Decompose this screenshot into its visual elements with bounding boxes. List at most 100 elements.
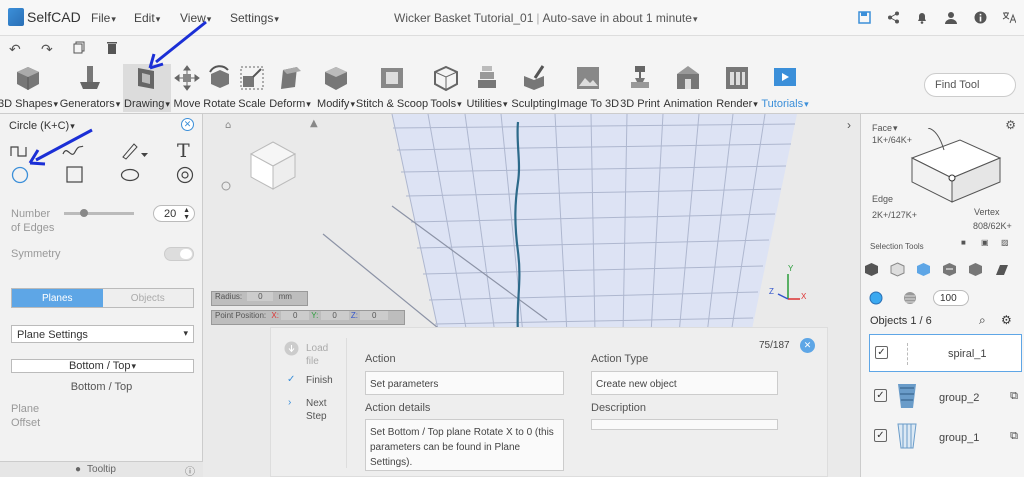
tool-modify[interactable]: Modify — [315, 64, 357, 110]
circle-icon[interactable] — [11, 166, 29, 184]
tool-3d-shapes[interactable]: 3D Shapes — [0, 64, 56, 110]
plane-settings-dropdown[interactable]: Plane Settings — [11, 325, 194, 343]
brush-pattern-icon[interactable] — [903, 291, 917, 305]
vertex-count: 808/62K+ — [973, 221, 1012, 231]
curve-icon[interactable] — [62, 144, 84, 158]
tool-deform[interactable]: Deform — [268, 64, 312, 110]
tool-animation[interactable]: Animation — [663, 64, 713, 110]
object-row-spiral-1[interactable]: ✓ spiral_1 — [869, 334, 1022, 372]
search-icon[interactable]: ⌕ — [979, 313, 986, 328]
load-file-icon[interactable] — [284, 341, 299, 356]
redo-icon[interactable]: ↷ — [41, 41, 53, 58]
tab-objects[interactable]: Objects — [102, 289, 193, 307]
checkbox-icon[interactable]: ✓ — [874, 429, 887, 442]
tool-tools[interactable]: Tools — [428, 64, 464, 110]
info-icon[interactable] — [973, 10, 987, 24]
tooltip-bar[interactable]: ● Tooltip ⓘ — [0, 461, 203, 477]
select-small-icon-1[interactable]: ■ — [961, 238, 966, 247]
checkbox-icon[interactable]: ✓ — [874, 389, 887, 402]
user-icon[interactable] — [944, 10, 958, 24]
document-title[interactable]: Wicker Basket Tutorial_01 — [394, 11, 533, 25]
language-icon[interactable] — [1002, 10, 1016, 24]
autosave-status[interactable]: Auto-save in about 1 minute — [543, 11, 698, 25]
group-icon[interactable]: ⧉ — [1010, 430, 1018, 443]
tool-image-to-3d[interactable]: Image To 3D — [557, 64, 619, 110]
objects-settings-icon[interactable]: ⚙ — [1001, 313, 1012, 327]
selection-mode-cube-icon[interactable] — [908, 128, 1008, 208]
undo-icon[interactable]: ↶ — [9, 41, 21, 58]
tool-drawing[interactable]: Drawing — [123, 64, 171, 112]
object-row-group-2[interactable]: ✓ group_2 ⧉ — [869, 378, 1022, 416]
menu-file[interactable]: File — [91, 11, 116, 25]
render-icon — [726, 67, 748, 89]
brush-size-stepper[interactable]: 100 — [933, 290, 969, 306]
select-small-icon-3[interactable]: ▨ — [1001, 238, 1009, 247]
vertex-mode-label[interactable]: Vertex — [974, 207, 1000, 217]
delete-icon[interactable] — [107, 41, 117, 57]
select-edge-icon[interactable] — [942, 262, 957, 277]
polyline-icon[interactable] — [10, 144, 30, 158]
tool-rotate[interactable]: Rotate — [203, 64, 236, 110]
tool-generators[interactable]: Generators — [59, 64, 121, 110]
select-object-icon[interactable] — [864, 262, 879, 277]
square-icon[interactable] — [66, 166, 84, 184]
ellipse-icon[interactable] — [120, 168, 140, 182]
menu-view[interactable]: View — [180, 11, 211, 25]
save-icon[interactable] — [857, 10, 871, 24]
tool-utilities[interactable]: Utilities — [466, 64, 508, 110]
select-wire-icon[interactable] — [890, 262, 905, 277]
deform-icon — [281, 67, 301, 89]
tool-scale[interactable]: Scale — [237, 64, 267, 110]
face-mode-label[interactable]: Face — [872, 123, 898, 134]
object-row-group-1[interactable]: ✓ group_1 ⧉ — [869, 418, 1022, 456]
pen-icon[interactable] — [120, 141, 150, 161]
info-small-icon[interactable]: ⓘ — [185, 463, 195, 477]
plane-select-dropdown[interactable]: Bottom / Top — [11, 359, 194, 373]
plane-name-text: Bottom / Top — [70, 381, 133, 393]
tool-3d-print[interactable]: 3D Print — [620, 64, 660, 110]
tool-render[interactable]: Render — [716, 64, 758, 110]
finish-button[interactable]: Finish — [306, 375, 333, 386]
next-step-button[interactable]: Next Step — [306, 397, 327, 423]
tool-move[interactable]: Move — [172, 64, 202, 110]
action-label: Action — [365, 353, 396, 365]
tab-planes[interactable]: Planes — [12, 289, 103, 307]
select-small-icon-2[interactable]: ▣ — [981, 238, 989, 247]
bell-icon[interactable] — [915, 10, 929, 24]
slider-handle[interactable] — [80, 209, 88, 217]
symmetry-toggle[interactable] — [164, 247, 194, 261]
ring-icon[interactable] — [176, 166, 194, 184]
copy-icon[interactable] — [73, 41, 85, 57]
face-count: 1K+/64K+ — [872, 135, 913, 145]
edges-stepper[interactable]: 20 ▲ ▼ — [153, 205, 195, 222]
menu-edit[interactable]: Edit — [134, 11, 160, 25]
image-icon — [577, 67, 599, 89]
edges-slider[interactable] — [64, 209, 134, 217]
text-icon[interactable]: T — [177, 140, 190, 162]
find-tool-input[interactable]: Find Tool — [924, 73, 1016, 97]
tool-tutorials[interactable]: Tutorials — [760, 64, 810, 110]
app-logo[interactable]: SelfCAD — [8, 8, 81, 26]
select-face-icon[interactable] — [916, 262, 931, 277]
collapse-chevron-icon[interactable]: › — [847, 118, 851, 132]
select-vertex-icon[interactable] — [968, 262, 983, 277]
close-tutorial-icon[interactable]: ✕ — [800, 338, 815, 353]
menu-settings[interactable]: Settings — [230, 11, 279, 25]
axis-y-label: Y — [788, 264, 794, 273]
edge-mode-label[interactable]: Edge — [872, 194, 893, 204]
close-icon[interactable]: ✕ — [181, 118, 194, 131]
tool-sculpting[interactable]: Sculpting — [511, 64, 557, 110]
stepper-arrows-icon[interactable]: ▲ ▼ — [183, 207, 190, 221]
tool-stitch-scoop[interactable]: Stitch & Scoop — [356, 64, 428, 110]
panel-title[interactable]: Circle (K+C) — [9, 120, 75, 132]
symmetry-label: Symmetry — [11, 248, 61, 260]
drawing-icon — [138, 68, 154, 89]
share-icon[interactable] — [886, 10, 900, 24]
group-icon[interactable]: ⧉ — [1010, 390, 1018, 403]
action-type-label: Action Type — [591, 353, 649, 365]
load-file-button[interactable]: Load file — [306, 342, 328, 368]
checkbox-icon[interactable]: ✓ — [875, 346, 888, 359]
color-swatch-icon[interactable] — [869, 291, 883, 305]
select-region-icon[interactable] — [994, 262, 1009, 277]
edges-label: Number of Edges — [11, 208, 55, 234]
